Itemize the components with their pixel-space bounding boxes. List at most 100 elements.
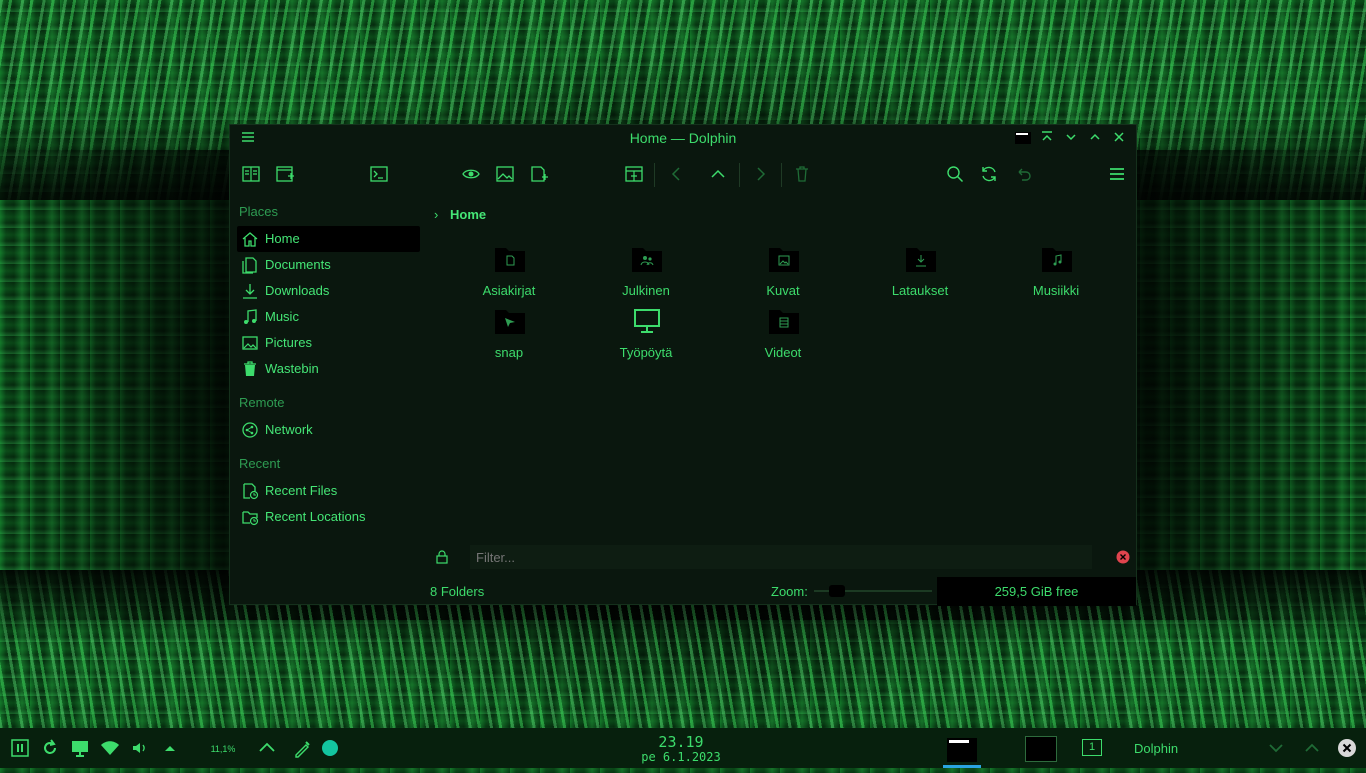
lock-icon[interactable] xyxy=(434,549,450,565)
folder-label: snap xyxy=(494,345,524,360)
zoom-slider-handle[interactable] xyxy=(829,585,846,597)
places-panel: Places Home Documents Downloads Music Pi… xyxy=(230,197,426,537)
new-window-icon[interactable] xyxy=(275,164,295,184)
filter-bar xyxy=(426,543,1136,571)
status-bar: 8 Folders Zoom: 259,5 GiB free xyxy=(426,575,1136,606)
sidebar-item-label: Documents xyxy=(265,257,331,272)
up-arrow-icon[interactable] xyxy=(257,738,277,758)
color-picker-icon[interactable] xyxy=(293,738,313,758)
image-preview-icon[interactable] xyxy=(495,164,515,184)
folder-item[interactable]: snap xyxy=(454,307,564,367)
breadcrumb[interactable]: › Home xyxy=(434,207,486,222)
desktop-folder-icon xyxy=(631,307,663,335)
folder-label: Asiakirjat xyxy=(482,283,536,298)
folder-item[interactable]: Videot xyxy=(728,307,838,367)
file-view: › Home Asiakirjat Julkinen Kuvat Lataukse… xyxy=(426,197,1136,537)
reload-icon[interactable] xyxy=(979,164,999,184)
downloads-folder-icon xyxy=(905,245,937,273)
dolphin-window: Home — Dolphin Places Home Documents Dow… xyxy=(229,124,1137,606)
sidebar-item-recent-locations[interactable]: Recent Locations xyxy=(237,504,420,530)
app-icon xyxy=(1015,130,1031,146)
breadcrumb-home[interactable]: Home xyxy=(450,207,486,222)
pause-icon[interactable] xyxy=(10,738,30,758)
tray-expand-icon[interactable] xyxy=(160,738,180,758)
folder-item[interactable]: Työpöytä xyxy=(591,307,701,367)
folder-item[interactable]: Asiakirjat xyxy=(454,245,564,305)
toolbar-separator xyxy=(654,163,655,187)
taskbar: 11,1% 23.19 pe 6.1.2023 1 Dolphin xyxy=(0,728,1366,768)
view-mode-icon[interactable] xyxy=(624,164,644,184)
folder-item[interactable]: Musiikki xyxy=(1001,245,1111,305)
new-tab-icon[interactable] xyxy=(529,164,549,184)
close-window-icon[interactable] xyxy=(1337,738,1357,758)
desktop-thumbnail[interactable] xyxy=(1025,736,1057,762)
hamburger-menu-icon[interactable] xyxy=(1107,164,1127,184)
folder-label: Julkinen xyxy=(622,283,670,298)
sidebar-item-label: Network xyxy=(265,422,313,437)
places-heading: Places xyxy=(239,204,279,219)
wastebin-icon xyxy=(241,360,259,378)
recent-heading: Recent xyxy=(239,456,281,471)
home-icon xyxy=(241,230,259,248)
music-folder-icon xyxy=(1041,245,1073,273)
sidebar-item-music[interactable]: Music xyxy=(237,304,420,330)
chevron-down-icon[interactable] xyxy=(1266,738,1286,758)
cpu-load[interactable]: 11,1% xyxy=(206,739,240,759)
sidebar-item-downloads[interactable]: Downloads xyxy=(237,278,420,304)
display-icon[interactable] xyxy=(70,738,90,758)
sidebar-item-documents[interactable]: Documents xyxy=(237,252,420,278)
folder-item[interactable]: Kuvat xyxy=(728,245,838,305)
terminal-icon[interactable] xyxy=(369,164,389,184)
preview-eye-icon[interactable] xyxy=(461,164,481,184)
pictures-icon xyxy=(241,334,259,352)
search-icon[interactable] xyxy=(945,164,965,184)
chevron-up-icon[interactable] xyxy=(1302,738,1322,758)
sidebar-item-network[interactable]: Network xyxy=(237,417,420,443)
folder-count: 8 Folders xyxy=(430,584,485,599)
clear-filter-icon[interactable] xyxy=(1116,550,1130,564)
folder-label: Työpöytä xyxy=(619,345,673,360)
downloads-icon xyxy=(241,282,259,300)
videos-folder-icon xyxy=(768,307,800,335)
toolbar-separator xyxy=(739,163,740,187)
sidebar-item-wastebin[interactable]: Wastebin xyxy=(237,356,420,382)
sidebar-item-label: Wastebin xyxy=(265,361,319,376)
update-icon[interactable] xyxy=(40,738,60,758)
toolbar xyxy=(230,155,1136,193)
back-icon[interactable] xyxy=(667,164,687,184)
split-view-icon[interactable] xyxy=(241,164,261,184)
delete-icon[interactable] xyxy=(792,164,812,184)
minimize-button[interactable] xyxy=(1063,130,1079,146)
up-icon[interactable] xyxy=(708,164,728,184)
snap-folder-icon xyxy=(494,307,526,335)
keep-above-icon[interactable] xyxy=(1039,130,1055,146)
close-button[interactable] xyxy=(1111,130,1127,146)
virtual-desktop-pager[interactable]: 1 xyxy=(1082,739,1102,756)
folder-item[interactable]: Lataukset xyxy=(865,245,975,305)
chevron-right-icon: › xyxy=(434,207,439,222)
undo-icon[interactable] xyxy=(1013,164,1033,184)
sidebar-item-recent-files[interactable]: Recent Files xyxy=(237,478,420,504)
sidebar-item-pictures[interactable]: Pictures xyxy=(237,330,420,356)
wifi-icon[interactable] xyxy=(100,738,120,758)
folder-item[interactable]: Julkinen xyxy=(591,245,701,305)
maximize-button[interactable] xyxy=(1087,130,1103,146)
toolbar-separator xyxy=(781,163,782,187)
folder-label: Videot xyxy=(764,345,802,360)
taskbar-dolphin-button[interactable] xyxy=(943,730,981,768)
status-dot-icon[interactable] xyxy=(320,738,340,758)
forward-icon[interactable] xyxy=(750,164,770,184)
recent-locations-icon xyxy=(241,508,259,526)
sidebar-item-home[interactable]: Home xyxy=(237,226,420,252)
free-space[interactable]: 259,5 GiB free xyxy=(937,577,1136,606)
filter-input[interactable] xyxy=(470,545,1092,569)
clock-date[interactable]: pe 6.1.2023 xyxy=(630,750,732,764)
zoom-label: Zoom: xyxy=(771,584,808,599)
titlebar[interactable]: Home — Dolphin xyxy=(230,125,1136,153)
folder-label: Lataukset xyxy=(891,283,949,298)
volume-icon[interactable] xyxy=(130,738,150,758)
clock-time[interactable]: 23.19 xyxy=(640,733,722,751)
public-folder-icon xyxy=(631,245,663,273)
window-title: Home — Dolphin xyxy=(629,130,737,146)
pictures-folder-icon xyxy=(768,245,800,273)
